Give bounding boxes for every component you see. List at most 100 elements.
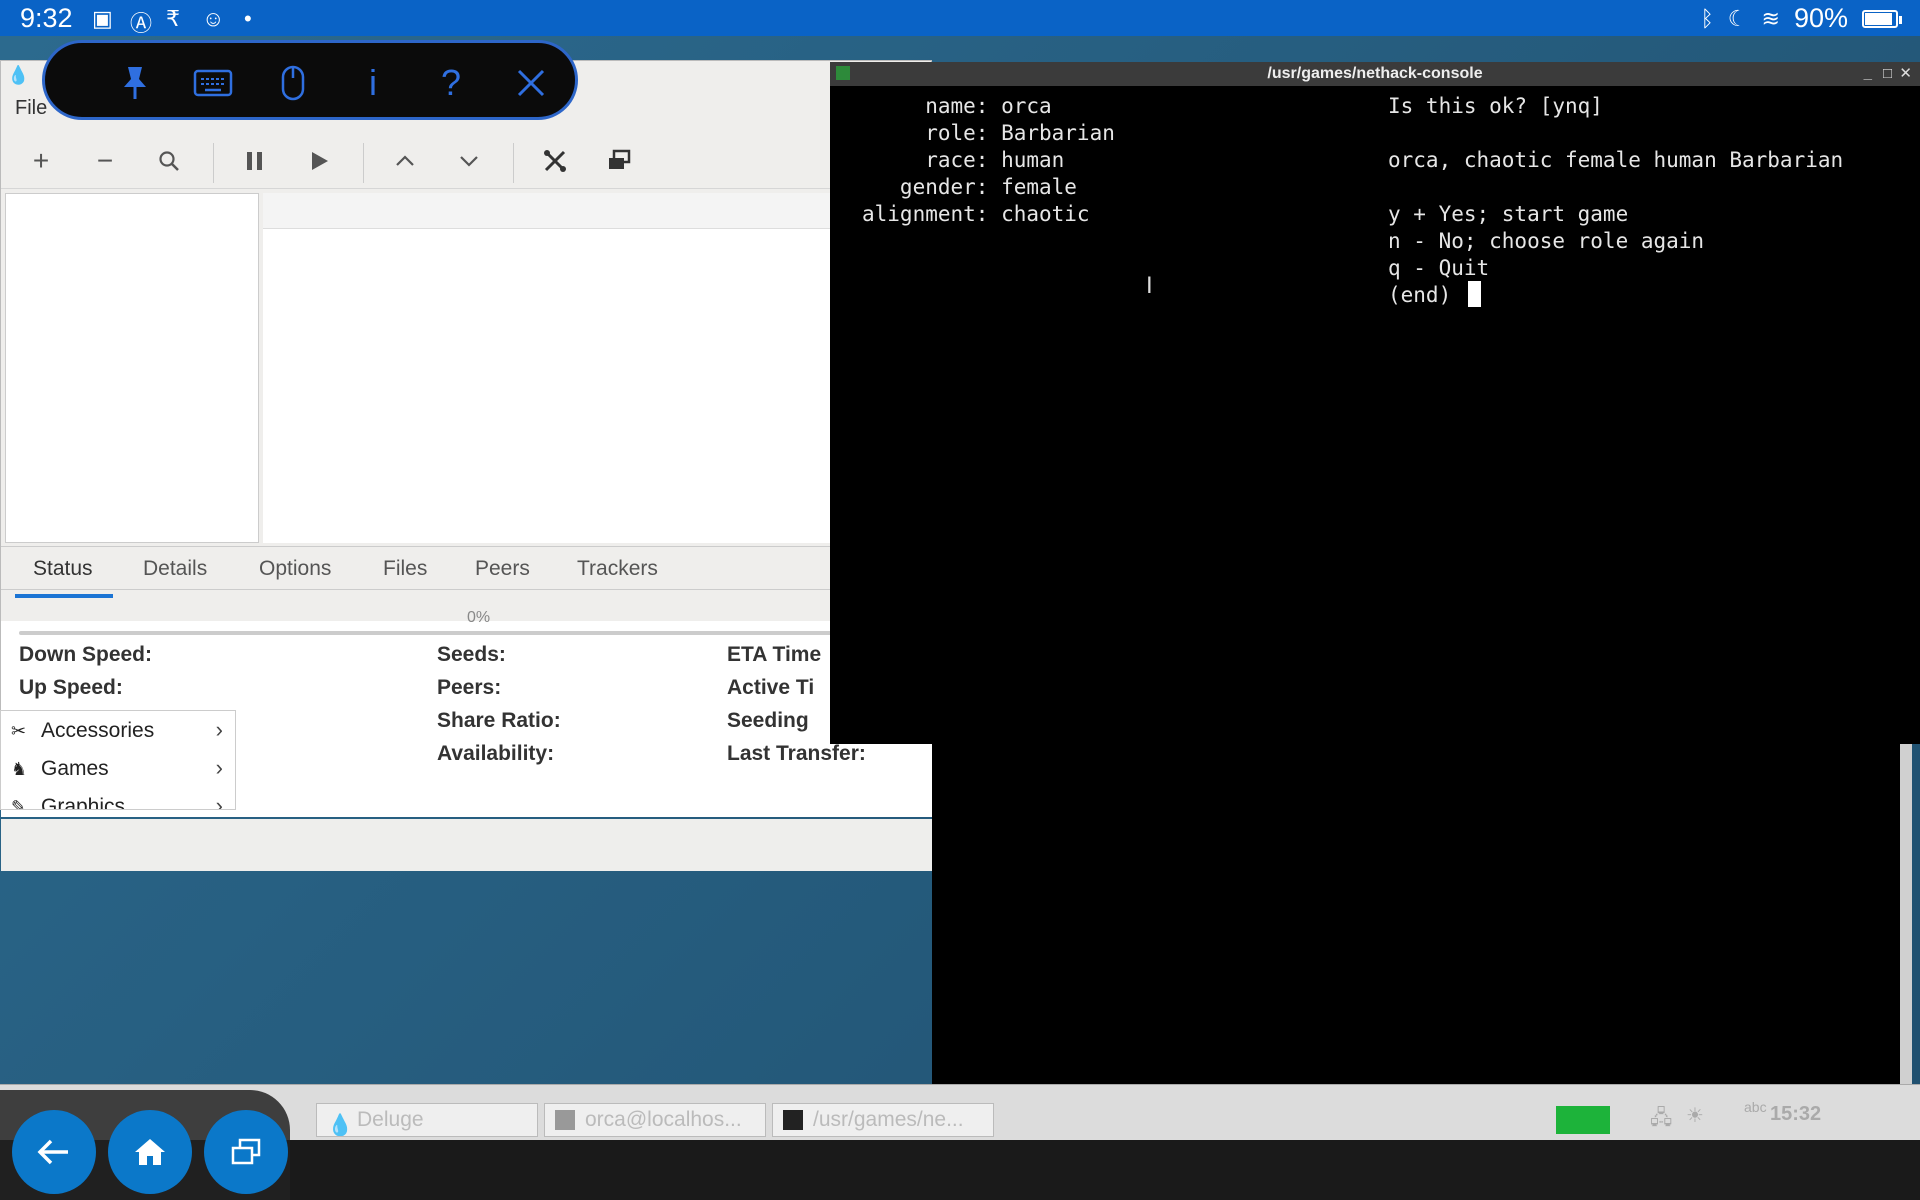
details-tabs: Status Details Options Files Peers Track…	[1, 546, 931, 590]
tab-trackers[interactable]: Trackers	[577, 557, 658, 581]
tab-options[interactable]: Options	[259, 557, 331, 581]
progress-bar	[19, 631, 919, 635]
screen: 9:32 ▣ Ⓐ ₹ ☺ • ᛒ ☾ ≋ 90% 💧 File + − Stat…	[0, 0, 1920, 1200]
terminal-line: n - No; choose role again	[1388, 229, 1705, 253]
preferences-icon[interactable]	[537, 143, 573, 179]
terminal-line: orca, chaotic female human Barbarian	[1388, 148, 1844, 172]
status-time: 9:32	[20, 3, 73, 33]
recent-apps-icon[interactable]	[204, 1110, 288, 1194]
taskbar-clock[interactable]: 15:32	[1770, 1103, 1821, 1126]
label-up-speed: Up Speed:	[19, 676, 123, 699]
task-label: orca@localhos...	[585, 1108, 742, 1131]
task-label: Deluge	[357, 1108, 424, 1131]
progress-label: 0%	[467, 609, 491, 626]
label-share-ratio: Share Ratio:	[437, 709, 561, 732]
label-last-transfer: Last Transfer:	[727, 742, 866, 765]
menu-item-games[interactable]: ♞ Games ›	[1, 751, 235, 787]
add-torrent-icon[interactable]: +	[23, 143, 59, 179]
task-terminal-orca[interactable]: orca@localhos...	[544, 1103, 766, 1137]
dot-icon: •	[244, 6, 252, 31]
keyboard-indicator[interactable]: abc	[1744, 1099, 1767, 1115]
terminal-line: q - Quit	[1388, 256, 1490, 280]
filter-sidebar[interactable]	[5, 193, 259, 543]
connection-manager-icon[interactable]	[601, 143, 637, 179]
menu-item-accessories[interactable]: ✂ Accessories ›	[1, 713, 235, 749]
wifi-icon: ≋	[1761, 5, 1780, 31]
terminal-line: (end)	[1388, 283, 1464, 307]
tab-status[interactable]: Status	[33, 557, 93, 581]
terminal-icon	[783, 1110, 803, 1130]
deluge-logo-icon: 💧	[7, 65, 30, 85]
menu-file[interactable]: File	[15, 97, 47, 120]
queue-up-icon[interactable]	[387, 143, 423, 179]
weather-icon[interactable]: ☀	[1686, 1103, 1704, 1128]
deluge-window: 💧 File + − Status Details Options Files …	[0, 60, 933, 871]
floating-toolbar: i ?	[42, 40, 578, 120]
search-icon[interactable]	[151, 143, 187, 179]
terminal-title-bar[interactable]: /usr/games/nethack-console _ □ ✕	[830, 62, 1920, 86]
deluge-toolbar: + −	[1, 129, 931, 189]
battery-icon	[1862, 9, 1902, 28]
label-availability: Availability:	[437, 742, 555, 765]
label-peers: Peers:	[437, 676, 502, 699]
terminal-scrollbar[interactable]	[1900, 744, 1912, 1084]
terminal-title: /usr/games/nethack-console	[1267, 65, 1483, 82]
window-close-icon[interactable]: ✕	[1899, 62, 1912, 86]
accessories-icon: ✂	[11, 721, 27, 741]
terminal-line: name: orca	[862, 94, 1052, 118]
menu-item-label: Graphics	[41, 795, 126, 810]
terminal-line: gender: female	[862, 175, 1077, 199]
terminal-line: race: human	[862, 148, 1065, 172]
chevron-right-icon: ›	[215, 717, 223, 742]
battery-percent: 90%	[1793, 3, 1848, 33]
back-icon[interactable]	[12, 1110, 96, 1194]
close-icon[interactable]	[509, 61, 553, 105]
tab-details[interactable]: Details	[143, 557, 207, 581]
terminal-cursor	[1468, 281, 1481, 307]
lower-terminal-area[interactable]	[932, 744, 1900, 1084]
terminal-line: Is this ok? [ynq]	[1388, 94, 1603, 118]
task-nethack[interactable]: /usr/games/ne...	[772, 1103, 994, 1137]
android-status-bar: 9:32 ▣ Ⓐ ₹ ☺ • ᛒ ☾ ≋ 90%	[0, 0, 1920, 36]
monitor-icon	[555, 1110, 575, 1130]
cpu-monitor	[1556, 1106, 1610, 1134]
pause-icon[interactable]	[237, 143, 273, 179]
image-icon: ▣	[92, 6, 113, 31]
menu-item-graphics[interactable]: ✎ Graphics ›	[1, 789, 235, 810]
bluetooth-icon: ᛒ	[1700, 5, 1714, 31]
home-icon[interactable]	[108, 1110, 192, 1194]
status-right: ᛒ ☾ ≋ 90%	[1700, 3, 1902, 34]
menu-item-label: Accessories	[41, 719, 155, 742]
ibeam-cursor-icon: I	[1146, 272, 1153, 299]
tab-files[interactable]: Files	[383, 557, 427, 581]
maximize-icon[interactable]: □	[1883, 62, 1892, 86]
label-eta-time: ETA Time	[727, 643, 822, 666]
a-icon: Ⓐ	[130, 11, 153, 36]
label-down-speed: Down Speed:	[19, 643, 153, 666]
games-icon: ♞	[11, 759, 28, 779]
menu-item-label: Games	[41, 757, 109, 780]
terminal-line: y + Yes; start game	[1388, 202, 1629, 226]
terminal-screen[interactable]: name: orca role: Barbarian race: human g…	[830, 86, 1920, 744]
label-active-time: Active Ti	[727, 676, 815, 699]
info-icon[interactable]: i	[351, 61, 395, 105]
queue-down-icon[interactable]	[451, 143, 487, 179]
remove-torrent-icon[interactable]: −	[87, 143, 123, 179]
label-seeds: Seeds:	[437, 643, 506, 666]
graphics-icon: ✎	[11, 797, 27, 810]
help-icon[interactable]: ?	[429, 61, 473, 105]
chevron-right-icon: ›	[215, 793, 223, 810]
task-deluge[interactable]: 💧 Deluge	[316, 1103, 538, 1137]
rupee-icon: ₹	[166, 6, 180, 31]
minimize-icon[interactable]: _	[1864, 62, 1872, 86]
active-tab-indicator	[15, 594, 113, 598]
tab-peers[interactable]: Peers	[475, 557, 530, 581]
pin-icon[interactable]	[113, 61, 157, 105]
application-menu: ✂ Accessories › ♞ Games › ✎ Graphics ›	[0, 710, 236, 810]
mouse-icon[interactable]	[271, 61, 315, 105]
face-icon: ☺	[202, 6, 225, 31]
keyboard-icon[interactable]	[191, 61, 235, 105]
network-icon[interactable]: 🖧	[1650, 1103, 1672, 1137]
chevron-right-icon: ›	[215, 755, 223, 780]
resume-icon[interactable]	[301, 143, 337, 179]
